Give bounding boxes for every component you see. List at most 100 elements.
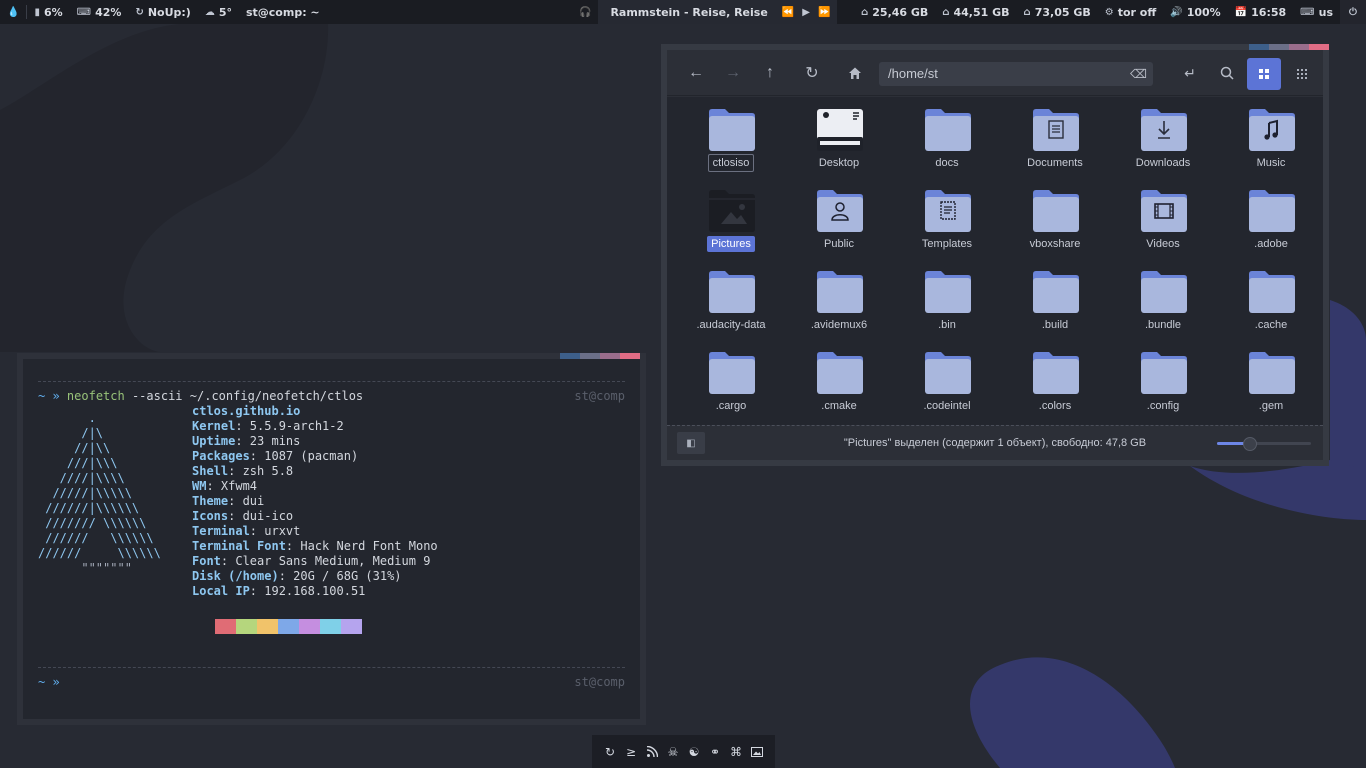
folder-label: Templates xyxy=(895,238,999,250)
palette-swatch xyxy=(320,619,341,634)
folder-item[interactable]: .cache xyxy=(1219,263,1323,341)
arrow-left-icon: ← xyxy=(688,64,704,81)
volume-icon: 🔊 xyxy=(1170,6,1183,18)
ram-widget[interactable]: ⌨ 42% xyxy=(70,0,129,24)
folder-item[interactable]: .gem xyxy=(1219,344,1323,422)
folder-item[interactable]: Downloads xyxy=(1111,101,1215,179)
link-icon[interactable]: ⚭ xyxy=(708,745,722,759)
info-value: : urxvt xyxy=(249,524,301,538)
folder-item[interactable]: Public xyxy=(787,182,891,260)
forward-button[interactable]: → xyxy=(720,60,746,86)
info-value: : 5.5.9-arch1-2 xyxy=(235,419,344,433)
folder-item[interactable]: Pictures xyxy=(679,182,783,260)
reload-button[interactable]: ↻ xyxy=(799,60,825,86)
file-grid[interactable]: ctlosiso Desktop docs Documents Downloads Mus… xyxy=(667,97,1323,425)
folder-item[interactable]: .build xyxy=(1003,263,1107,341)
info-label: Font xyxy=(192,554,221,568)
volume-value: 100% xyxy=(1186,5,1221,19)
info-value: : Xfwm4 xyxy=(206,479,258,493)
location-bar[interactable]: /home/st ⌫ xyxy=(879,62,1153,86)
color-palette xyxy=(194,619,362,634)
search-button[interactable] xyxy=(1214,60,1240,86)
refresh-icon[interactable]: ↻ xyxy=(603,745,617,759)
clock-widget[interactable]: 📅 16:58 xyxy=(1228,0,1293,24)
updates-widget[interactable]: ↻ NoUp:) xyxy=(128,0,197,24)
skull-icon[interactable]: ☠ xyxy=(666,745,680,759)
layout-widget[interactable]: ⌨ us xyxy=(1293,0,1340,24)
power-button[interactable]: ⏻ xyxy=(1340,0,1366,24)
folder-item[interactable]: .config xyxy=(1111,344,1215,422)
file-manager-window[interactable]: ← → ↑ ↻ /home/st ⌫ ↵ ctlosiso Desktop docs… xyxy=(661,44,1329,466)
crop-icon[interactable]: ⌘ xyxy=(729,745,743,759)
track-title[interactable]: Rammstein - Reise, Reise xyxy=(598,0,774,24)
disk-root-widget[interactable]: ⌂ 25,46 GB xyxy=(854,0,935,24)
folder-item[interactable]: .cargo xyxy=(679,344,783,422)
compact-view-button[interactable] xyxy=(1285,58,1319,90)
refresh-icon: ↻ xyxy=(805,65,819,82)
info-row: Icons: dui-ico xyxy=(192,509,293,524)
folder-item[interactable]: .codeintel xyxy=(895,344,999,422)
folder-item[interactable]: docs xyxy=(895,101,999,179)
back-button[interactable]: ← xyxy=(683,60,709,86)
weather-widget[interactable]: ☁ 5° xyxy=(198,0,239,24)
toggle-path-button[interactable]: ↵ xyxy=(1177,60,1203,86)
cpu-widget[interactable]: ▮ 6% xyxy=(27,0,69,24)
rss-icon[interactable] xyxy=(645,745,659,759)
folder-item[interactable]: Templates xyxy=(895,182,999,260)
folder-item[interactable]: Videos xyxy=(1111,182,1215,260)
info-row: Local IP: 192.168.100.51 xyxy=(192,584,365,599)
zoom-handle[interactable] xyxy=(1242,437,1257,451)
folder-item[interactable]: .adobe xyxy=(1219,182,1323,260)
folder-name: Public xyxy=(824,238,854,250)
info-value: : dui-ico xyxy=(228,509,294,523)
folder-item[interactable]: .audacity-data xyxy=(679,263,783,341)
prompt: ~ » xyxy=(38,389,60,403)
disk-data-widget[interactable]: ⌂ 73,05 GB xyxy=(1017,0,1098,24)
folder-name: .avidemux6 xyxy=(810,319,868,331)
folder-label: .cargo xyxy=(679,400,783,412)
folder-item[interactable]: .avidemux6 xyxy=(787,263,891,341)
folder-label: vboxshare xyxy=(1003,238,1107,250)
folder-item[interactable]: Desktop xyxy=(787,101,891,179)
up-button[interactable]: ↑ xyxy=(757,60,783,86)
volume-widget[interactable]: 🔊 100% xyxy=(1163,0,1227,24)
icon-view-button[interactable] xyxy=(1247,58,1281,90)
power-icon: ⏻ xyxy=(1349,6,1357,18)
folder-icon xyxy=(1249,109,1295,151)
previous-icon[interactable]: ⏪ xyxy=(782,7,794,18)
disk-home-widget[interactable]: ⌂ 44,51 GB xyxy=(935,0,1016,24)
dock-panel: ↻ ≥ ☠ ☯ ⚭ ⌘ xyxy=(592,735,775,768)
play-icon[interactable]: ▶ xyxy=(802,7,810,18)
folder-item[interactable]: Music xyxy=(1219,101,1323,179)
terminal-window[interactable]: ~ » neofetch --ascii ~/.config/neofetch/… xyxy=(17,353,646,725)
folder-item[interactable]: .cmake xyxy=(787,344,891,422)
terminal-icon[interactable]: ≥ xyxy=(624,745,638,759)
prompt-line[interactable]: ~ » xyxy=(38,675,60,690)
disk-home-value: 44,51 GB xyxy=(953,5,1010,19)
host-label: st@comp xyxy=(574,389,625,403)
folder-item[interactable]: .colors xyxy=(1003,344,1107,422)
ascii-line: ////|\\\\ xyxy=(38,471,125,485)
palette-swatch xyxy=(299,619,320,634)
zoom-slider[interactable] xyxy=(1217,437,1311,451)
image-icon[interactable] xyxy=(750,745,764,759)
home-button[interactable] xyxy=(842,60,868,86)
window-title[interactable]: st@comp: ~ xyxy=(239,0,327,24)
weather-value: 5° xyxy=(218,5,232,19)
folder-item[interactable]: .bin xyxy=(895,263,999,341)
folder-label: .colors xyxy=(1003,400,1107,412)
folder-item[interactable]: .bundle xyxy=(1111,263,1215,341)
yin-yang-icon[interactable]: ☯ xyxy=(687,745,701,759)
folder-label: .bin xyxy=(895,319,999,331)
info-label: Kernel xyxy=(192,419,236,433)
folder-item[interactable]: ctlosiso xyxy=(679,101,783,179)
folder-label: docs xyxy=(895,157,999,169)
ascii-line: ////// \\\\\\ xyxy=(38,546,161,560)
headphones-button[interactable]: 🎧 xyxy=(572,0,599,24)
folder-item[interactable]: vboxshare xyxy=(1003,182,1107,260)
tor-widget[interactable]: ⚙ tor off xyxy=(1098,0,1164,24)
drop-icon[interactable]: 💧 xyxy=(7,7,19,18)
next-icon[interactable]: ⏩ xyxy=(818,7,830,18)
clear-icon[interactable]: ⌫ xyxy=(1130,62,1147,86)
folder-item[interactable]: Documents xyxy=(1003,101,1107,179)
